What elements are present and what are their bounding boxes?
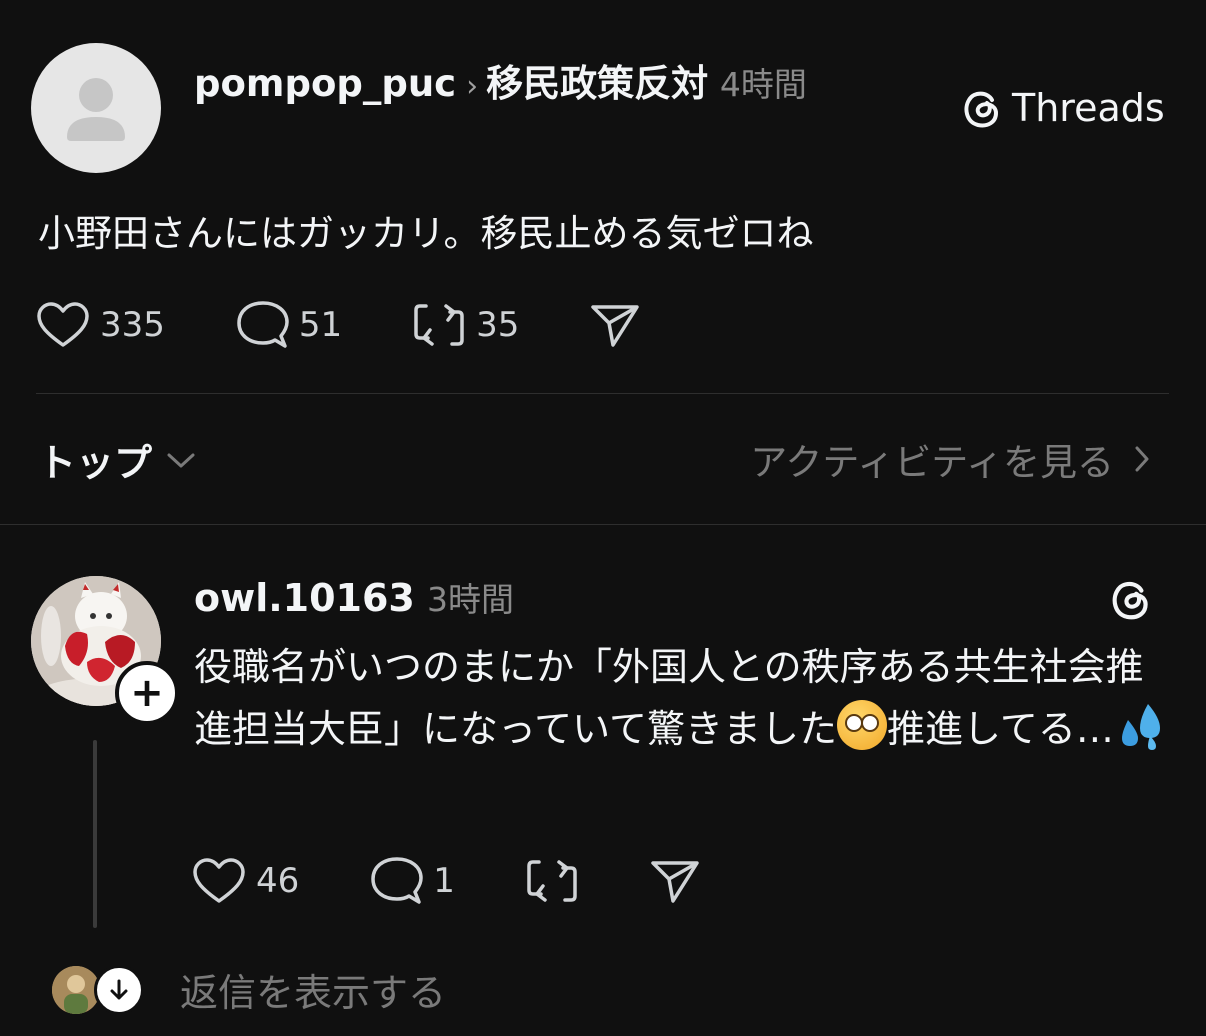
reply-header: owl.10163 3時間	[194, 572, 514, 626]
reply-comment-button[interactable]: 1	[369, 856, 455, 906]
chevron-right-icon: ›	[466, 69, 479, 104]
flushed-face-emoji-icon	[836, 700, 887, 750]
repost-icon	[527, 860, 577, 902]
activity-link-label: アクティビティを見る	[750, 441, 1114, 484]
heart-icon	[193, 858, 245, 903]
send-icon	[591, 305, 640, 347]
reply-body: 役職名がいつのまにか「外国人との秩序ある共生社会推進担当大臣」になっていて驚きま…	[194, 636, 1174, 760]
reply-actions: 46 1	[192, 856, 701, 906]
divider	[36, 393, 1169, 394]
follow-button[interactable]: +	[115, 661, 179, 725]
topic-tag[interactable]: 移民政策反対	[486, 62, 708, 105]
expand-replies-icon-button	[94, 964, 144, 1015]
repost-count: 35	[476, 305, 520, 345]
brand-name: Threads	[1012, 86, 1165, 130]
post-body: 小野田さんにはガッカリ。移民止める気ゼロね	[38, 212, 814, 255]
like-count: 335	[100, 305, 165, 345]
reply-share-button[interactable]	[649, 857, 701, 905]
reply-repost-button[interactable]	[525, 856, 579, 906]
mini-avatar-photo-icon	[52, 965, 100, 1014]
chevron-right-icon	[1135, 446, 1149, 472]
comment-button[interactable]: 51	[235, 300, 342, 350]
threads-icon-button[interactable]	[1110, 576, 1154, 622]
post-time: 4時間	[719, 65, 807, 104]
comment-icon	[371, 857, 424, 904]
reply-time: 3時間	[426, 580, 514, 619]
arrow-down-icon	[110, 979, 128, 999]
comment-count: 51	[298, 305, 343, 345]
threads-brand[interactable]: Threads	[962, 84, 1165, 132]
replier-avatar	[52, 965, 100, 1014]
sort-label: トップ	[38, 441, 153, 485]
share-button[interactable]	[589, 301, 641, 349]
show-replies-button[interactable]: 返信を表示する	[52, 962, 446, 1017]
section-divider	[0, 524, 1206, 525]
send-icon	[651, 861, 699, 903]
repost-button[interactable]: 35	[412, 300, 519, 350]
threads-logo-icon	[1112, 581, 1148, 620]
repost-icon	[414, 304, 464, 346]
threads-logo-icon	[964, 91, 999, 128]
post-actions: 335 51 35	[36, 300, 641, 350]
reply-like-count: 46	[256, 861, 300, 901]
post-header: pompop_puc › 移民政策反対 4時間	[194, 56, 894, 115]
comment-icon	[237, 301, 289, 348]
thread-connector-line	[93, 740, 97, 928]
sort-dropdown[interactable]: トップ	[38, 432, 196, 487]
chevron-down-icon	[167, 453, 195, 467]
show-replies-label: 返信を表示する	[180, 971, 447, 1015]
author-avatar[interactable]	[31, 43, 161, 173]
reply-username[interactable]: owl.10163	[194, 576, 415, 620]
heart-icon	[37, 302, 89, 347]
reply-text-part2: 推進してる…	[886, 707, 1114, 751]
sweat-droplets-emoji-icon	[1121, 704, 1160, 750]
view-activity-link[interactable]: アクティビティを見る	[750, 432, 1150, 486]
reply-like-button[interactable]: 46	[192, 857, 299, 905]
author-username[interactable]: pompop_puc	[194, 62, 456, 105]
reply-comment-count: 1	[433, 861, 455, 901]
default-avatar-icon	[67, 78, 125, 141]
like-button[interactable]: 335	[36, 301, 165, 349]
